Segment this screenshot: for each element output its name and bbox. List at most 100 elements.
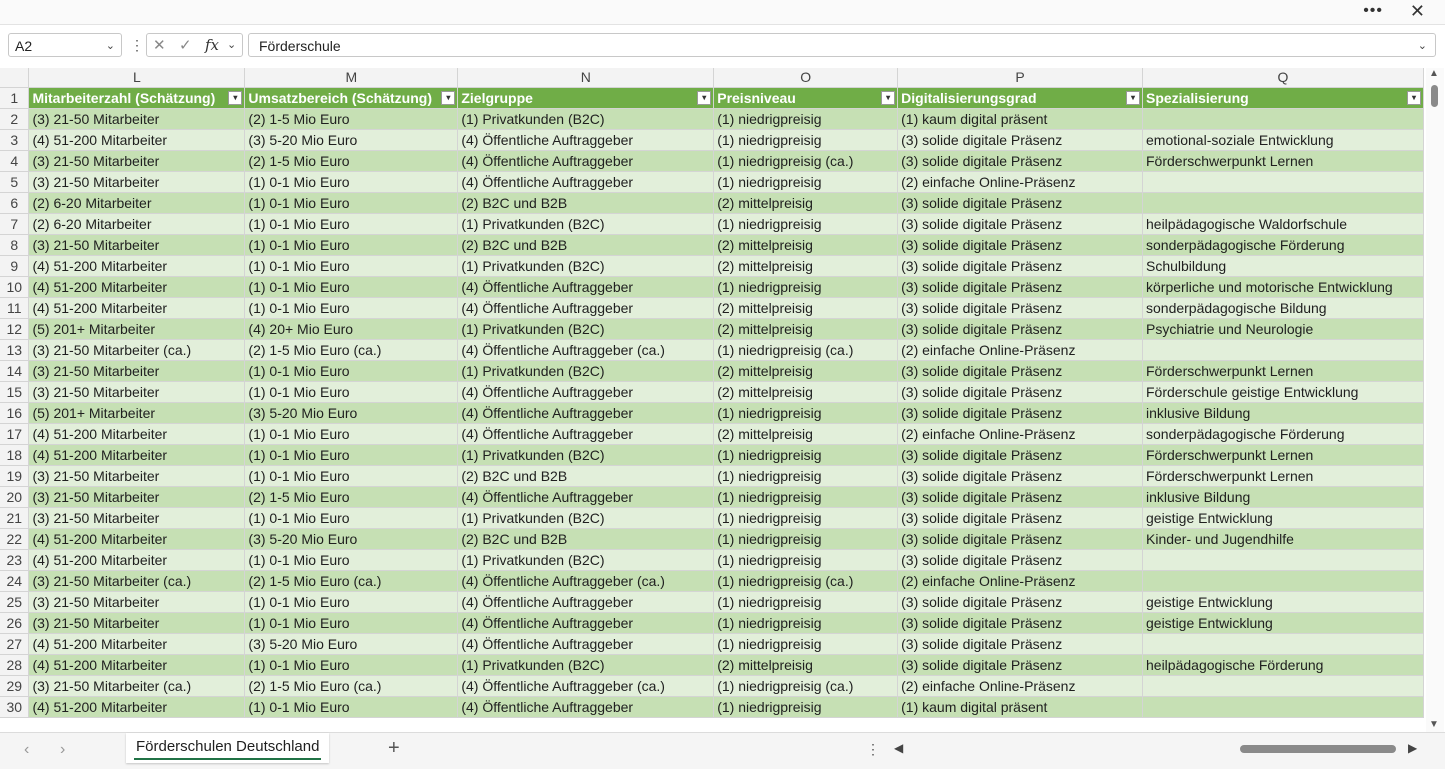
table-cell[interactable]: (3) 21-50 Mitarbeiter: [28, 507, 246, 529]
table-cell[interactable]: (1) 0-1 Mio Euro: [244, 234, 459, 256]
table-cell[interactable]: (1) niedrigpreisig: [713, 108, 899, 130]
table-cell[interactable]: (5) 201+ Mitarbeiter: [28, 402, 246, 424]
table-cell[interactable]: Förderschwerpunkt Lernen: [1142, 465, 1424, 487]
vertical-scrollbar[interactable]: ▲ ▼: [1426, 68, 1444, 732]
table-cell[interactable]: (3) 21-50 Mitarbeiter: [28, 486, 246, 508]
table-cell[interactable]: (1) 0-1 Mio Euro: [244, 381, 459, 403]
table-cell[interactable]: (3) solide digitale Präsenz: [897, 192, 1143, 214]
next-sheet-icon[interactable]: ›: [60, 741, 65, 759]
vertical-scroll-thumb[interactable]: [1431, 85, 1438, 107]
table-cell[interactable]: (1) niedrigpreisig: [713, 129, 899, 151]
table-cell[interactable]: (2) 1-5 Mio Euro (ca.): [244, 570, 459, 592]
scroll-down-icon[interactable]: ▼: [1429, 719, 1439, 730]
row-header[interactable]: 12: [0, 318, 30, 340]
add-sheet-icon[interactable]: +: [388, 737, 400, 760]
table-cell[interactable]: (4) Öffentliche Auftraggeber: [457, 591, 715, 613]
table-cell[interactable]: (3) 5-20 Mio Euro: [244, 633, 459, 655]
table-cell[interactable]: (3) 5-20 Mio Euro: [244, 129, 459, 151]
insert-function-icon[interactable]: fx: [205, 36, 219, 54]
table-cell[interactable]: (4) Öffentliche Auftraggeber: [457, 486, 715, 508]
table-cell[interactable]: [1142, 192, 1424, 214]
table-cell[interactable]: Förderschule geistige Entwicklung: [1142, 381, 1424, 403]
table-cell[interactable]: (4) 51-200 Mitarbeiter: [28, 255, 246, 277]
select-all-corner[interactable]: [0, 68, 30, 88]
table-cell[interactable]: (4) Öffentliche Auftraggeber: [457, 381, 715, 403]
table-cell[interactable]: (3) solide digitale Präsenz: [897, 150, 1143, 172]
table-cell[interactable]: (2) einfache Online-Präsenz: [897, 339, 1143, 361]
column-header[interactable]: O: [713, 68, 899, 88]
row-header[interactable]: 7: [0, 213, 30, 235]
table-cell[interactable]: (1) niedrigpreisig: [713, 507, 899, 529]
table-cell[interactable]: (3) 21-50 Mitarbeiter: [28, 234, 246, 256]
table-cell[interactable]: (1) 0-1 Mio Euro: [244, 444, 459, 466]
chevron-down-icon[interactable]: ⌄: [227, 38, 236, 51]
table-cell[interactable]: (4) Öffentliche Auftraggeber: [457, 402, 715, 424]
cancel-icon[interactable]: ✕: [153, 36, 166, 54]
table-cell[interactable]: [1142, 675, 1424, 697]
table-cell[interactable]: (2) mittelpreisig: [713, 192, 899, 214]
scroll-right-icon[interactable]: ▶: [1408, 741, 1417, 755]
filter-dropdown-icon[interactable]: ▾: [697, 90, 712, 105]
table-cell[interactable]: (2) einfache Online-Präsenz: [897, 171, 1143, 193]
table-cell[interactable]: (4) Öffentliche Auftraggeber: [457, 423, 715, 445]
table-cell[interactable]: (3) 21-50 Mitarbeiter: [28, 360, 246, 382]
table-cell[interactable]: (3) solide digitale Präsenz: [897, 213, 1143, 235]
table-cell[interactable]: inklusive Bildung: [1142, 402, 1424, 424]
table-cell[interactable]: (3) solide digitale Präsenz: [897, 318, 1143, 340]
table-cell[interactable]: (5) 201+ Mitarbeiter: [28, 318, 246, 340]
table-cell[interactable]: (1) 0-1 Mio Euro: [244, 360, 459, 382]
table-cell[interactable]: (2) mittelpreisig: [713, 234, 899, 256]
table-cell[interactable]: (3) solide digitale Präsenz: [897, 129, 1143, 151]
row-header[interactable]: 11: [0, 297, 30, 319]
table-cell[interactable]: (1) 0-1 Mio Euro: [244, 213, 459, 235]
table-cell[interactable]: (1) niedrigpreisig: [713, 465, 899, 487]
filter-dropdown-icon[interactable]: ▾: [1126, 90, 1140, 105]
table-cell[interactable]: (1) 0-1 Mio Euro: [244, 612, 459, 634]
table-cell[interactable]: (4) Öffentliche Auftraggeber (ca.): [457, 339, 715, 361]
chevron-down-icon[interactable]: ⌄: [106, 34, 115, 58]
table-cell[interactable]: [1142, 549, 1424, 571]
table-cell[interactable]: (2) mittelpreisig: [713, 297, 899, 319]
table-cell[interactable]: (4) Öffentliche Auftraggeber: [457, 297, 715, 319]
scroll-up-icon[interactable]: ▲: [1429, 68, 1439, 79]
enter-icon[interactable]: ✓: [179, 36, 192, 54]
table-cell[interactable]: (1) kaum digital präsent: [897, 696, 1143, 718]
table-cell[interactable]: (1) Privatkunden (B2C): [457, 360, 715, 382]
row-header[interactable]: 24: [0, 570, 30, 592]
table-cell[interactable]: emotional-soziale Entwicklung: [1142, 129, 1424, 151]
table-cell[interactable]: (1) niedrigpreisig: [713, 486, 899, 508]
table-cell[interactable]: geistige Entwicklung: [1142, 591, 1424, 613]
table-cell[interactable]: (3) solide digitale Präsenz: [897, 444, 1143, 466]
table-cell[interactable]: (1) niedrigpreisig: [713, 171, 899, 193]
table-cell[interactable]: (1) Privatkunden (B2C): [457, 654, 715, 676]
table-cell[interactable]: (1) niedrigpreisig: [713, 402, 899, 424]
table-cell[interactable]: (4) 51-200 Mitarbeiter: [28, 423, 246, 445]
table-cell[interactable]: (1) niedrigpreisig: [713, 633, 899, 655]
table-cell[interactable]: (3) solide digitale Präsenz: [897, 591, 1143, 613]
table-cell[interactable]: (3) solide digitale Präsenz: [897, 234, 1143, 256]
row-header[interactable]: 8: [0, 234, 30, 256]
row-header[interactable]: 27: [0, 633, 30, 655]
table-cell[interactable]: (1) Privatkunden (B2C): [457, 318, 715, 340]
table-cell[interactable]: (2) mittelpreisig: [713, 423, 899, 445]
table-cell[interactable]: (1) niedrigpreisig (ca.): [713, 570, 899, 592]
table-cell[interactable]: geistige Entwicklung: [1142, 612, 1424, 634]
table-header-cell[interactable]: Umsatzbereich (Schätzung) ▾: [244, 87, 459, 109]
row-header[interactable]: 14: [0, 360, 30, 382]
table-cell[interactable]: (3) 5-20 Mio Euro: [244, 402, 459, 424]
scroll-left-icon[interactable]: ◀: [894, 741, 903, 755]
row-header[interactable]: 1: [0, 87, 30, 109]
row-header[interactable]: 2: [0, 108, 30, 130]
table-cell[interactable]: (1) niedrigpreisig: [713, 528, 899, 550]
row-header[interactable]: 30: [0, 696, 30, 718]
row-header[interactable]: 19: [0, 465, 30, 487]
table-cell[interactable]: (4) Öffentliche Auftraggeber: [457, 150, 715, 172]
table-cell[interactable]: (1) Privatkunden (B2C): [457, 213, 715, 235]
table-header-cell[interactable]: Spezialisierung ▾: [1142, 87, 1424, 109]
table-cell[interactable]: (3) solide digitale Präsenz: [897, 507, 1143, 529]
table-cell[interactable]: (4) 51-200 Mitarbeiter: [28, 276, 246, 298]
table-cell[interactable]: [1142, 108, 1424, 130]
table-cell[interactable]: (3) solide digitale Präsenz: [897, 276, 1143, 298]
row-header[interactable]: 29: [0, 675, 30, 697]
table-cell[interactable]: (3) solide digitale Präsenz: [897, 402, 1143, 424]
